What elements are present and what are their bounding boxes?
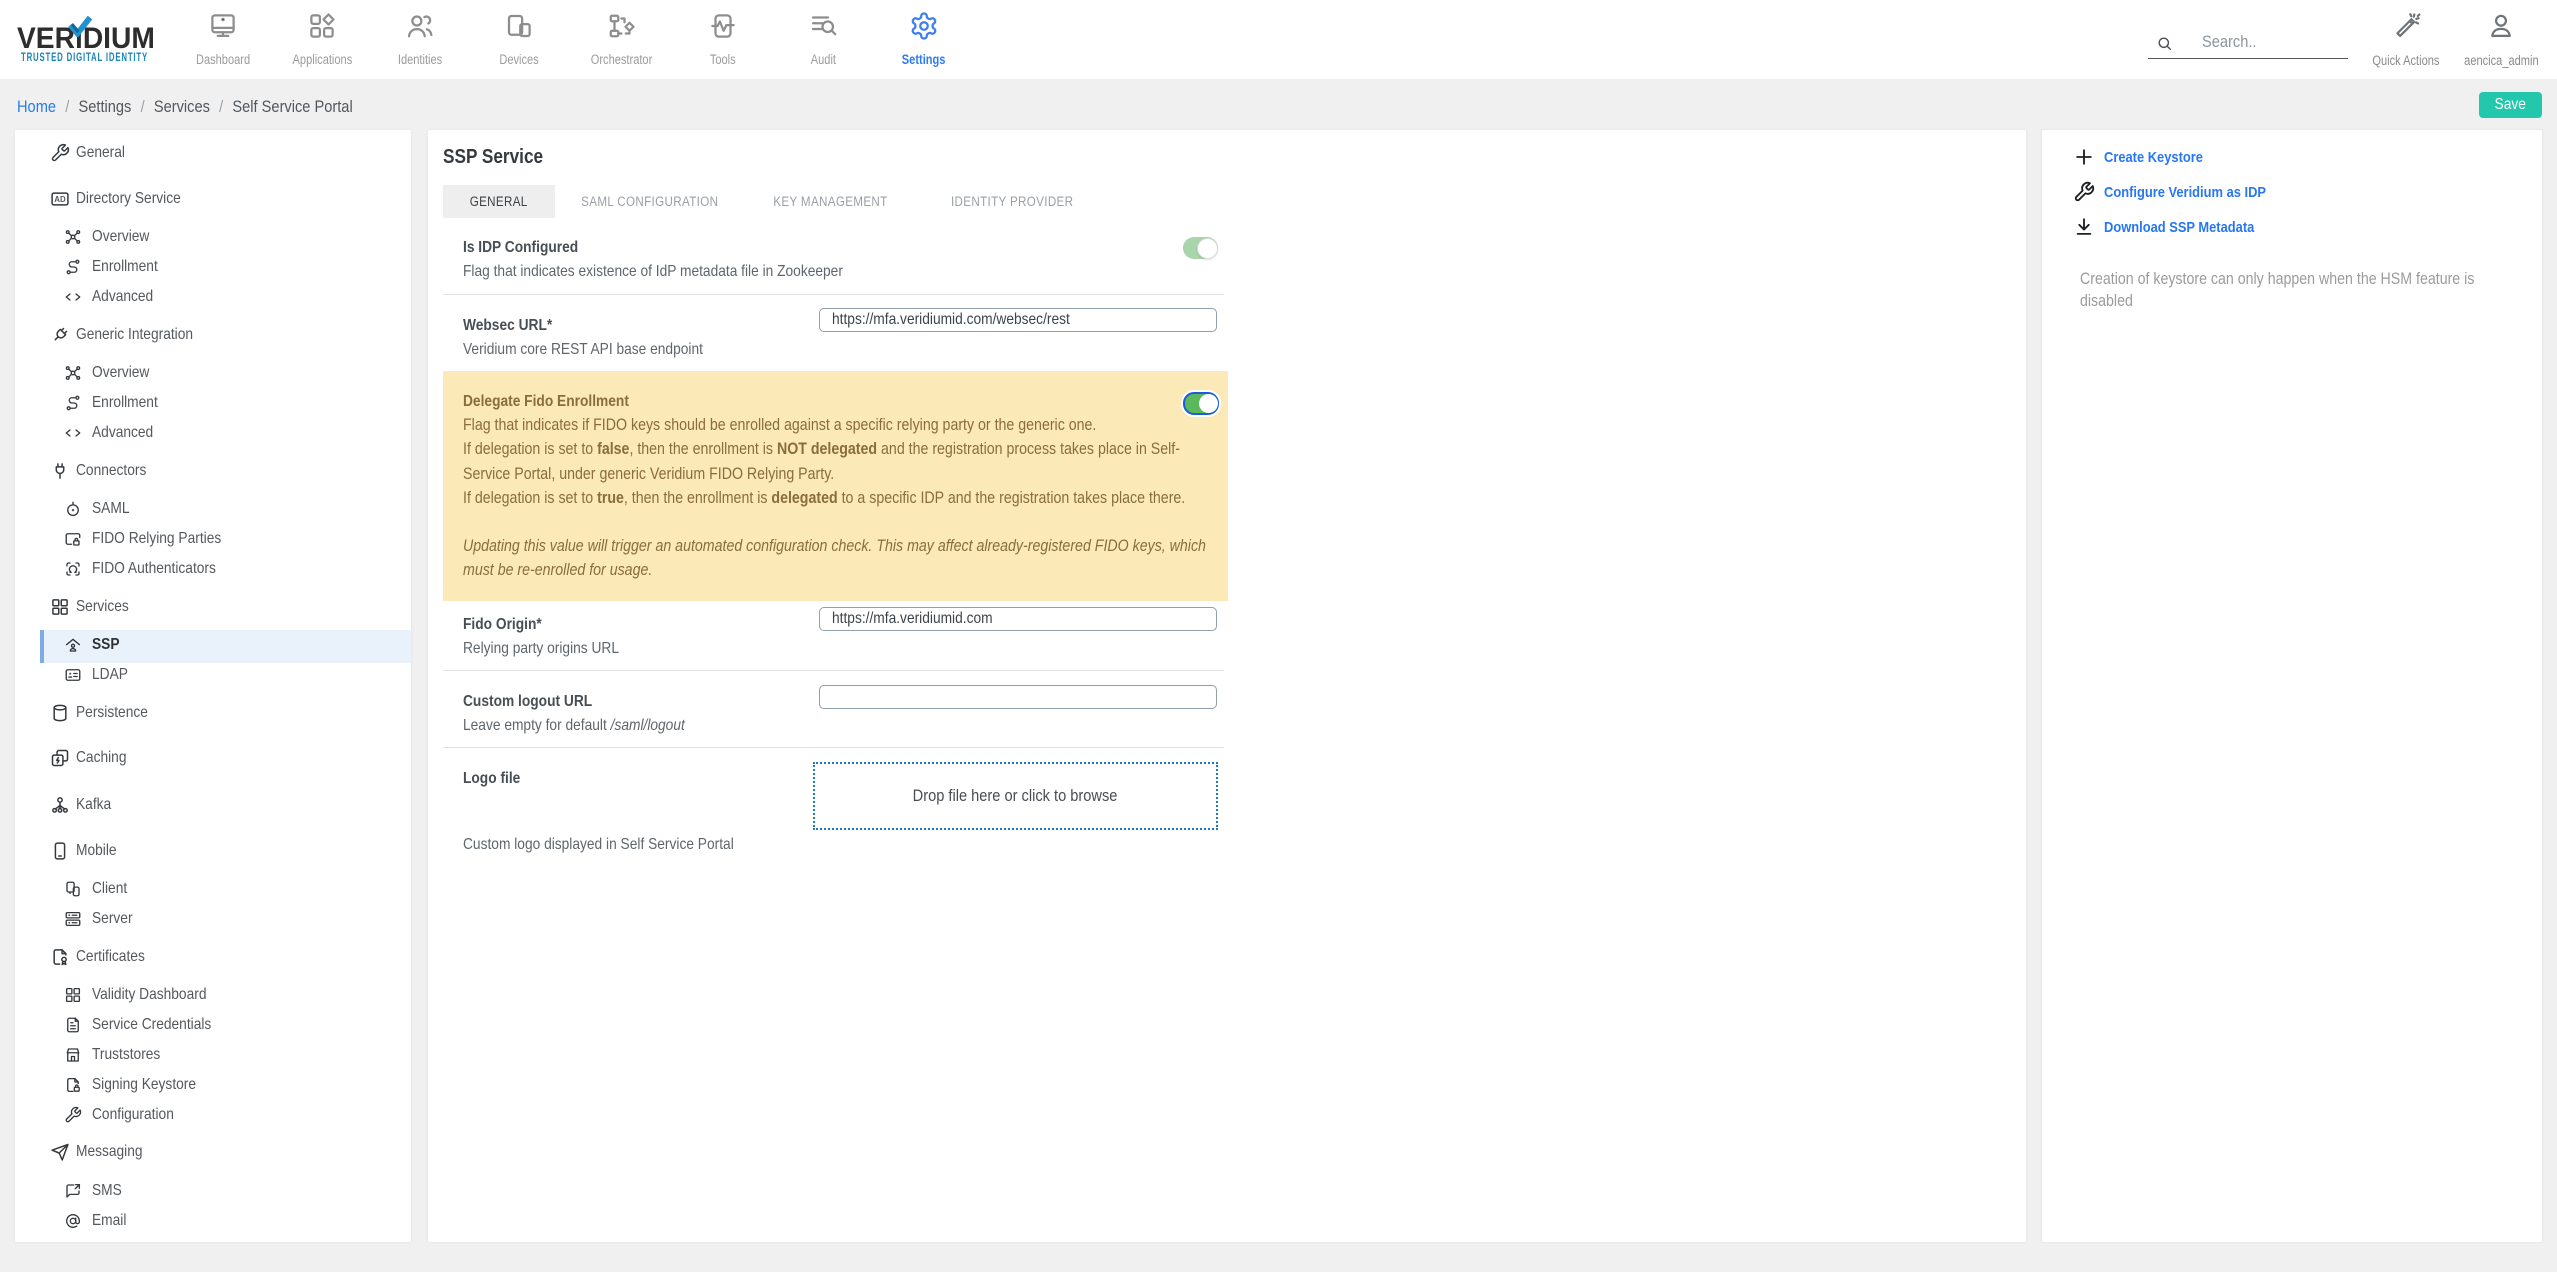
svg-text:AD: AD	[54, 195, 66, 204]
